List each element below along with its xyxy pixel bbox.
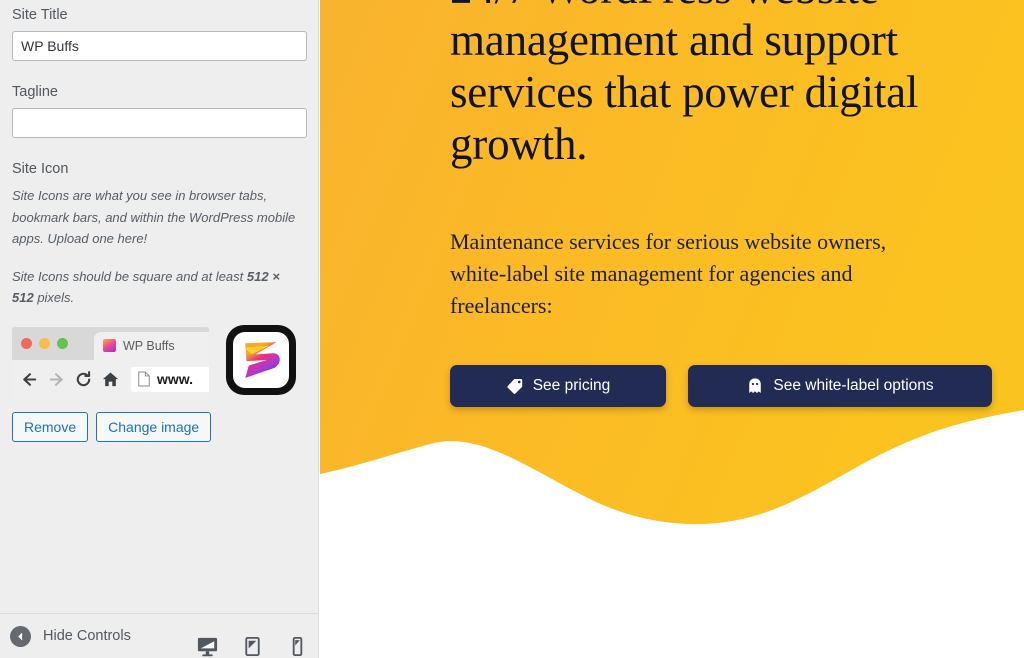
browser-mockup-tabbar: WP Buffs <box>12 326 209 360</box>
see-white-label-options-label: See white-label options <box>773 377 934 394</box>
site-title-label: Site Title <box>12 7 68 23</box>
hero-heading: 24/7 WordPress website management and su… <box>450 0 919 169</box>
browser-mockup-url-text: www. <box>157 371 194 387</box>
site-icon-actions: Remove Change image <box>12 411 306 442</box>
ghost-icon <box>746 377 764 395</box>
reload-icon <box>74 370 93 389</box>
window-traffic-lights <box>21 337 68 349</box>
hero-cta-group: See pricing See white-label options <box>450 365 1010 407</box>
change-site-icon-button[interactable]: Change image <box>96 411 212 442</box>
hide-controls-label: Hide Controls <box>43 628 131 644</box>
customizer-screen: Site Title Tagline Site Icon Site Icons … <box>0 0 1024 658</box>
browser-mockup-tab-title: WP Buffs <box>123 338 175 353</box>
device-preview-desktop-button[interactable] <box>196 635 219 658</box>
collapse-left-icon <box>10 625 31 647</box>
hero-content: 24/7 WordPress website management and su… <box>450 0 1010 407</box>
site-icon-description-1: Site Icons are what you see in browser t… <box>12 188 296 246</box>
maximize-window-dot <box>57 337 68 349</box>
hide-controls-button[interactable]: Hide Controls <box>0 625 131 647</box>
minimize-window-dot <box>39 337 50 349</box>
device-preview-mobile-button[interactable] <box>286 635 309 658</box>
site-icon-preview-row: WP Buffs www. <box>12 324 306 399</box>
hero-section: 24/7 WordPress website management and su… <box>320 0 1024 658</box>
site-icon-description-2: Site Icons should be square and at least… <box>12 266 300 309</box>
tagline-label: Tagline <box>12 84 58 100</box>
favicon-icon <box>103 339 116 352</box>
site-preview-frame[interactable]: 24/7 WordPress website management and su… <box>320 0 1024 658</box>
close-window-dot <box>21 337 32 349</box>
device-preview-switcher <box>196 635 309 658</box>
browser-mockup: WP Buffs www. <box>12 326 209 399</box>
browser-mockup-navbar: www. <box>12 359 209 399</box>
see-pricing-label: See pricing <box>532 377 611 394</box>
hero-subheading: Maintenance services for serious website… <box>450 229 887 318</box>
tagline-input[interactable] <box>12 108 307 138</box>
site-icon-label: Site Icon <box>12 161 69 177</box>
customizer-footer: Hide Controls <box>0 613 318 658</box>
browser-mockup-tab: WP Buffs <box>94 331 209 360</box>
remove-site-icon-button[interactable]: Remove <box>12 411 89 442</box>
customizer-controls-scroll[interactable]: Site Title Tagline Site Icon Site Icons … <box>0 0 318 613</box>
wp-buffs-logo-icon <box>244 341 280 378</box>
device-preview-tablet-button[interactable] <box>241 635 264 658</box>
site-icon-app-preview <box>226 324 296 395</box>
home-icon <box>101 370 120 389</box>
site-icon-description-2-suffix: pixels. <box>33 290 75 305</box>
back-arrow-icon <box>20 370 39 389</box>
see-white-label-options-button[interactable]: See white-label options <box>688 365 992 407</box>
tag-icon <box>506 377 524 395</box>
customizer-sidebar: Site Title Tagline Site Icon Site Icons … <box>0 0 319 658</box>
site-icon-description-2-prefix: Site Icons should be square and at least <box>12 268 247 284</box>
forward-arrow-icon <box>47 370 66 389</box>
site-icon-image <box>233 331 289 388</box>
browser-mockup-url-bar: www. <box>131 366 209 392</box>
see-pricing-button[interactable]: See pricing <box>450 365 666 407</box>
page-icon <box>137 371 151 387</box>
site-title-input[interactable] <box>12 31 307 61</box>
